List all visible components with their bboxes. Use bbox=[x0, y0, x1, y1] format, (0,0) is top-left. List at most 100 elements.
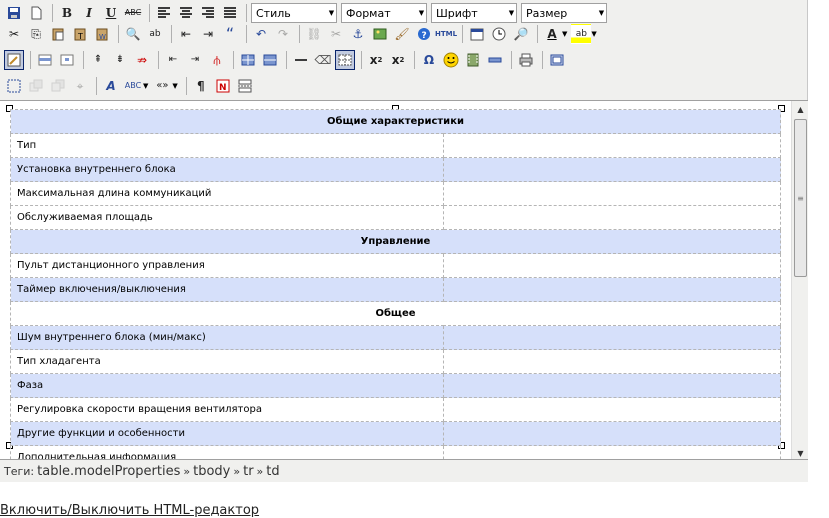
table-row[interactable]: Обслуживаемая площадь bbox=[10, 205, 781, 230]
preview-icon[interactable]: 🔎 bbox=[511, 24, 531, 44]
property-value-cell[interactable] bbox=[443, 181, 781, 206]
insert-col-after-icon[interactable]: ⇥ bbox=[185, 50, 205, 70]
help-icon[interactable]: ? bbox=[414, 24, 434, 44]
special-char-icon[interactable]: Ω bbox=[419, 50, 439, 70]
property-value-cell[interactable] bbox=[443, 421, 781, 446]
section-heading[interactable]: Общие характеристики bbox=[10, 109, 781, 134]
replace-icon[interactable]: ab bbox=[145, 24, 165, 44]
fullscreen-icon[interactable] bbox=[547, 50, 567, 70]
tag-path-item[interactable]: td bbox=[266, 464, 279, 479]
insert-date-icon[interactable] bbox=[467, 24, 487, 44]
strikethrough-icon[interactable]: ABC bbox=[123, 3, 143, 23]
absolute-position-icon[interactable]: ⌖ bbox=[70, 76, 90, 96]
bold-icon[interactable]: B bbox=[57, 3, 77, 23]
unlink-icon[interactable]: ✂ bbox=[326, 24, 346, 44]
redo-icon[interactable]: ↷ bbox=[273, 24, 293, 44]
emoticon-icon[interactable] bbox=[441, 50, 461, 70]
property-name-cell[interactable]: Обслуживаемая площадь bbox=[10, 205, 444, 230]
table-row[interactable]: Фаза bbox=[10, 373, 781, 398]
scroll-up-icon[interactable]: ▲ bbox=[792, 101, 808, 117]
property-name-cell[interactable]: Тип хладагента bbox=[10, 349, 444, 374]
style-select[interactable]: Стиль ▼ bbox=[251, 3, 337, 23]
styles-icon[interactable]: A bbox=[101, 76, 121, 96]
property-value-cell[interactable] bbox=[443, 397, 781, 422]
print-icon[interactable] bbox=[516, 50, 536, 70]
chevron-down-icon[interactable]: ▼ bbox=[562, 30, 567, 38]
table-row[interactable]: Максимальная длина коммуникаций bbox=[10, 181, 781, 206]
property-name-cell[interactable]: Другие функции и особенности bbox=[10, 421, 444, 446]
section-heading[interactable]: Общее bbox=[10, 301, 781, 326]
advanced-hr-icon[interactable] bbox=[485, 50, 505, 70]
non-breaking-icon[interactable]: N bbox=[213, 76, 233, 96]
align-justify-icon[interactable] bbox=[220, 3, 240, 23]
insert-layer-icon[interactable] bbox=[4, 76, 24, 96]
split-cells-icon[interactable] bbox=[238, 50, 258, 70]
property-name-cell[interactable]: Шум внутреннего блока (мин/макс) bbox=[10, 325, 444, 350]
italic-icon[interactable]: I bbox=[79, 3, 99, 23]
merge-cells-icon[interactable] bbox=[260, 50, 280, 70]
new-document-icon[interactable] bbox=[26, 3, 46, 23]
link-icon[interactable]: ⛓ bbox=[304, 24, 324, 44]
format-select[interactable]: Формат ▼ bbox=[341, 3, 427, 23]
align-center-icon[interactable] bbox=[176, 3, 196, 23]
align-left-icon[interactable] bbox=[154, 3, 174, 23]
property-name-cell[interactable]: Тип bbox=[10, 133, 444, 158]
insert-row-before-icon[interactable]: ⇞ bbox=[88, 50, 108, 70]
property-value-cell[interactable] bbox=[443, 133, 781, 158]
background-color-icon[interactable]: ab bbox=[571, 24, 592, 44]
property-value-cell[interactable] bbox=[443, 445, 781, 459]
table-row[interactable]: Таймер включения/выключения bbox=[10, 277, 781, 302]
spellcheck-icon[interactable]: ABC bbox=[123, 76, 143, 96]
underline-icon[interactable]: U bbox=[101, 3, 121, 23]
media-icon[interactable] bbox=[463, 50, 483, 70]
table-row[interactable]: Другие функции и особенности bbox=[10, 421, 781, 446]
section-heading[interactable]: Управление bbox=[10, 229, 781, 254]
paste-text-icon[interactable]: T bbox=[70, 24, 90, 44]
property-value-cell[interactable] bbox=[443, 205, 781, 230]
table-section-row[interactable]: Общее bbox=[10, 301, 781, 326]
chevron-down-icon[interactable]: ▼ bbox=[143, 82, 148, 90]
outdent-icon[interactable]: ⇤ bbox=[176, 24, 196, 44]
property-name-cell[interactable]: Регулировка скорости вращения вентилятор… bbox=[10, 397, 444, 422]
text-color-icon[interactable]: A bbox=[542, 24, 562, 44]
property-name-cell[interactable]: Пульт дистанционного управления bbox=[10, 253, 444, 278]
paste-icon[interactable] bbox=[48, 24, 68, 44]
editor-content-area[interactable]: Общие характеристики Тип Установка внутрен… bbox=[0, 100, 808, 460]
scrollbar-thumb[interactable]: ≡ bbox=[794, 119, 807, 277]
table-section-row[interactable]: Общие характеристики bbox=[10, 109, 781, 134]
insert-row-after-icon[interactable]: ⇟ bbox=[110, 50, 130, 70]
property-value-cell[interactable] bbox=[443, 277, 781, 302]
property-value-cell[interactable] bbox=[443, 373, 781, 398]
cleanup-icon[interactable]: 🖌 bbox=[392, 24, 412, 44]
superscript-icon[interactable]: x2 bbox=[388, 50, 408, 70]
indent-icon[interactable]: ⇥ bbox=[198, 24, 218, 44]
table-section-row[interactable]: Управление bbox=[10, 229, 781, 254]
font-select[interactable]: Шрифт ▼ bbox=[431, 3, 517, 23]
property-name-cell[interactable]: Фаза bbox=[10, 373, 444, 398]
property-value-cell[interactable] bbox=[443, 253, 781, 278]
blockquote-icon[interactable]: “ bbox=[220, 24, 240, 44]
move-forward-icon[interactable] bbox=[26, 76, 46, 96]
table-row[interactable]: Шум внутреннего блока (мин/макс) bbox=[10, 325, 781, 350]
row-props-icon[interactable] bbox=[35, 50, 55, 70]
html-source-icon[interactable]: HTML bbox=[435, 24, 457, 44]
property-name-cell[interactable]: Таймер включения/выключения bbox=[10, 277, 444, 302]
direction-icon[interactable]: «» bbox=[152, 76, 172, 96]
anchor-icon[interactable]: ⚓ bbox=[348, 24, 368, 44]
tag-path-item[interactable]: tbody bbox=[193, 464, 230, 479]
tag-path-item[interactable]: table.modelProperties bbox=[37, 464, 180, 479]
size-select[interactable]: Размер ▼ bbox=[521, 3, 607, 23]
tag-path-item[interactable]: tr bbox=[243, 464, 253, 479]
move-backward-icon[interactable] bbox=[48, 76, 68, 96]
table-row[interactable]: Тип bbox=[10, 133, 781, 158]
chevron-down-icon[interactable]: ▼ bbox=[591, 30, 596, 38]
table-row[interactable]: Регулировка скорости вращения вентилятор… bbox=[10, 397, 781, 422]
property-value-cell[interactable] bbox=[443, 325, 781, 350]
align-right-icon[interactable] bbox=[198, 3, 218, 23]
paste-word-icon[interactable]: W bbox=[92, 24, 112, 44]
table-row[interactable]: Дополнительная информация bbox=[10, 445, 781, 459]
delete-col-icon[interactable]: ⫛ bbox=[207, 50, 227, 70]
table-row[interactable]: Пульт дистанционного управления bbox=[10, 253, 781, 278]
copy-icon[interactable]: ⎘ bbox=[26, 24, 46, 44]
table-row[interactable]: Тип хладагента bbox=[10, 349, 781, 374]
